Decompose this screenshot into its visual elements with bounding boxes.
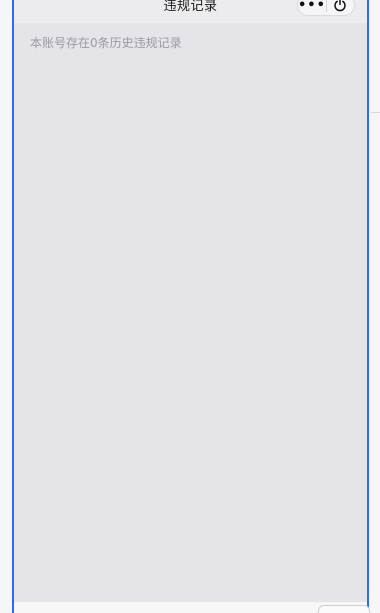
more-dots-icon: ••• [298, 0, 326, 13]
mini-program-capsule: ••• [297, 0, 355, 16]
navigation-bar: 违规记录 ••• [14, 0, 367, 23]
violation-count-text: 本账号存在0条历史违规记录 [30, 36, 182, 50]
divider [371, 112, 380, 113]
exit-button[interactable] [327, 0, 354, 15]
bottom-action-button[interactable] [318, 605, 370, 613]
bottom-bar [14, 602, 367, 613]
screen: 违规记录 ••• 本账号存在0条历史违规记录 [0, 0, 380, 613]
phone-frame: 违规记录 ••• 本账号存在0条历史违规记录 [12, 0, 369, 613]
power-icon [334, 0, 347, 12]
more-button[interactable]: ••• [298, 0, 326, 15]
